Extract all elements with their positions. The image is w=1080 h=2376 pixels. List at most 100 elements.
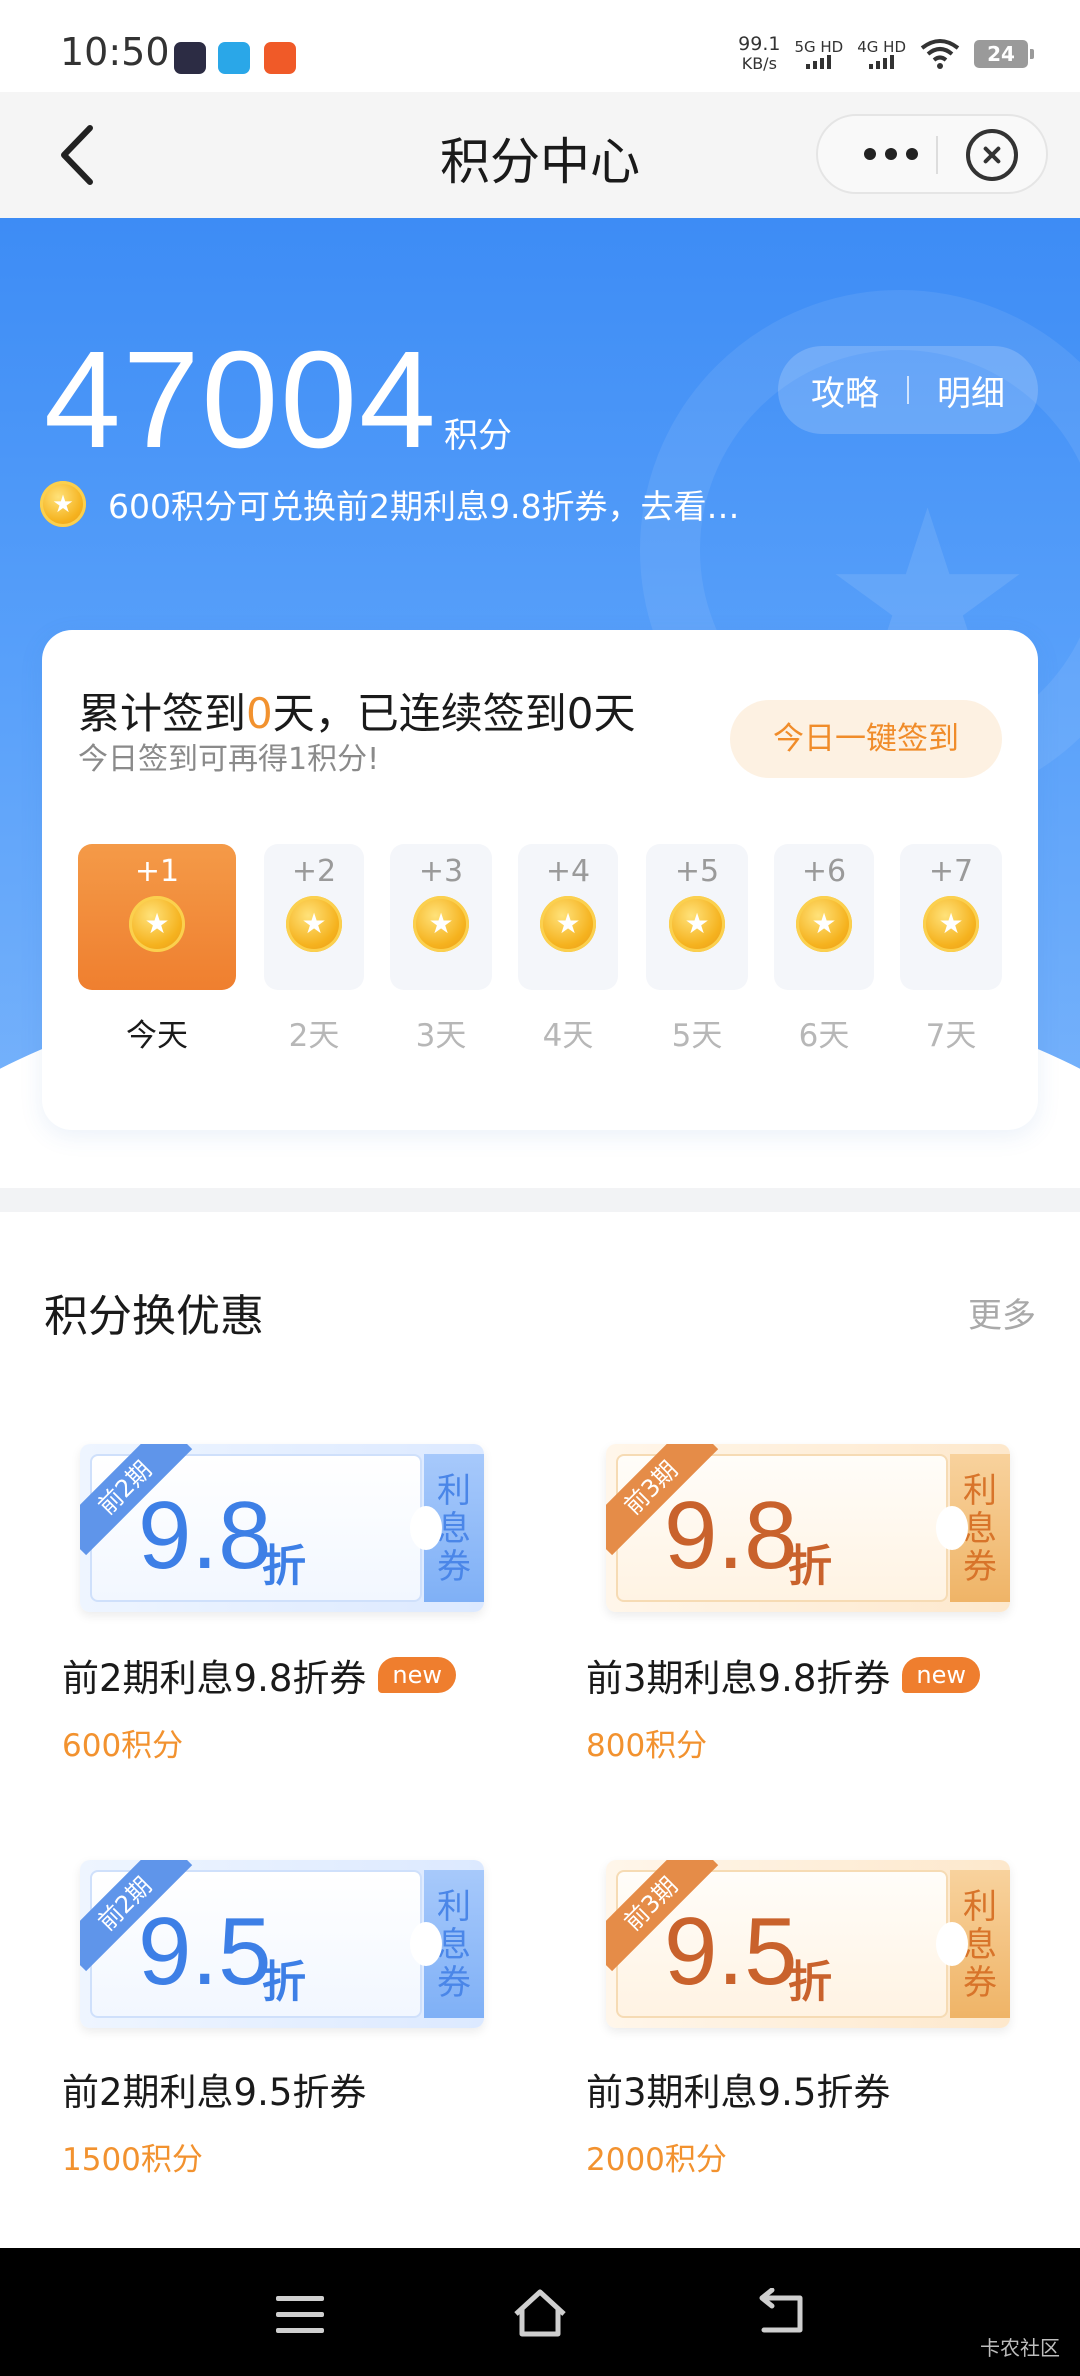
points-balance: 47004 <box>44 323 438 477</box>
coupon-name-text: 前2期利息9.5折券 <box>62 2071 367 2114</box>
coupon-card[interactable]: 利息券 前2期 9.8 折 <box>80 1444 484 1612</box>
coupon-card[interactable]: 利息券 前2期 9.5 折 <box>80 1860 484 2028</box>
new-badge: new <box>902 1657 980 1693</box>
app-notification-icon <box>264 42 296 74</box>
coupon-discount-unit: 折 <box>262 1541 306 1592</box>
new-badge: new <box>378 1657 456 1693</box>
coupon-name-text: 前3期利息9.8折券 <box>586 1657 891 1700</box>
watermark: 卡农社区 <box>980 2336 1060 2360</box>
day-label: 7天 <box>925 1018 977 1054</box>
signal-4g-label: 4G HD <box>857 38 906 56</box>
app-notification-icon <box>174 42 206 74</box>
coupon-card[interactable]: 利息券 前3期 9.5 折 <box>606 1860 1010 2028</box>
status-time: 10:50 <box>60 30 170 74</box>
coin-icon: ★ <box>129 896 185 952</box>
day-tile-7[interactable]: +7 ★ <box>900 844 1002 990</box>
coupon-points: 800积分 <box>586 1728 708 1764</box>
guide-detail-pill: 攻略 明细 <box>778 346 1038 434</box>
coupon-discount-unit: 折 <box>788 1957 832 2008</box>
coupon-points: 1500积分 <box>62 2142 203 2178</box>
menu-icon[interactable] <box>276 2296 324 2334</box>
day-bonus: +1 <box>134 854 180 889</box>
coin-icon: ★ <box>923 896 979 952</box>
system-nav-bar <box>0 2248 1080 2376</box>
coupon-name[interactable]: 前2期利息9.8折券 new <box>62 1648 456 1702</box>
checkin-button[interactable]: 今日一键签到 <box>730 700 1002 778</box>
coupon-notch <box>936 1506 968 1550</box>
day-label: 6天 <box>798 1018 850 1054</box>
wifi-icon <box>920 39 960 69</box>
signal-bars-icon <box>857 55 906 69</box>
section-title: 积分换优惠 <box>44 1291 264 1342</box>
day-tile-3[interactable]: +3 ★ <box>390 844 492 990</box>
day-bonus: +2 <box>291 854 337 889</box>
checkin-title: 累计签到0天，已连续签到0天 <box>78 680 635 741</box>
coin-icon: ★ <box>669 896 725 952</box>
points-unit: 积分 <box>444 416 512 456</box>
coupon-points: 600积分 <box>62 1728 184 1764</box>
checkin-total-days: 0 <box>246 689 273 738</box>
status-indicators: 99.1 KB/s 5G HD 4G HD 24 <box>738 34 1034 74</box>
day-tile-4[interactable]: +4 ★ <box>518 844 618 990</box>
day-tile-2[interactable]: +2 ★ <box>264 844 364 990</box>
day-bonus: +7 <box>928 854 974 889</box>
signal-4g: 4G HD <box>857 39 906 69</box>
day-tile-5[interactable]: +5 ★ <box>646 844 748 990</box>
day-tile-1[interactable]: +1 ★ <box>78 844 236 990</box>
more-link[interactable]: 更多 <box>968 1288 1036 1337</box>
speed-value: 99.1 <box>738 33 781 55</box>
coupon-notch <box>410 1506 442 1550</box>
day-label: 今天 <box>126 1018 188 1054</box>
back-icon[interactable] <box>754 2288 808 2338</box>
close-circle-icon[interactable] <box>966 129 1018 181</box>
day-bonus: +5 <box>674 854 720 889</box>
more-dots-icon[interactable] <box>848 116 934 192</box>
capsule-divider <box>936 136 938 174</box>
speed-unit: KB/s <box>741 54 777 73</box>
home-icon[interactable] <box>510 2286 570 2340</box>
coupon-name-text: 前2期利息9.8折券 <box>62 1657 367 1700</box>
coupon-discount-unit: 折 <box>262 1957 306 2008</box>
signal-5g: 5G HD <box>794 39 843 69</box>
coupon-discount: 9.8 <box>138 1482 272 1589</box>
mini-program-capsule <box>816 114 1048 194</box>
coupon-name[interactable]: 前2期利息9.5折券 <box>62 2062 366 2116</box>
signal-5g-label: 5G HD <box>794 38 844 56</box>
day-label: 4天 <box>542 1018 594 1054</box>
checkin-title-suffix: 天，已连续签到0天 <box>272 689 636 738</box>
guide-link[interactable]: 攻略 <box>811 366 879 415</box>
coupon-points: 2000积分 <box>586 2142 727 2178</box>
coupon-name-text: 前3期利息9.5折券 <box>586 2071 891 2114</box>
day-bonus: +3 <box>418 854 464 889</box>
checkin-card: 累计签到0天，已连续签到0天 今日签到可再得1积分! 今日一键签到 +1 ★ +… <box>42 630 1038 1130</box>
nav-bar: 积分中心 <box>0 92 1080 218</box>
promo-text: 600积分可兑换前2期利息9.8折券，去看… <box>108 487 740 526</box>
coupon-name[interactable]: 前3期利息9.5折券 <box>586 2062 890 2116</box>
section-divider <box>0 1188 1080 1212</box>
coupon-card[interactable]: 利息券 前3期 9.8 折 <box>606 1444 1010 1612</box>
checkin-subtitle: 今日签到可再得1积分! <box>78 742 380 777</box>
day-bonus: +6 <box>801 854 847 889</box>
coupon-discount: 9.5 <box>664 1898 798 2005</box>
coupon-discount: 9.8 <box>664 1482 798 1589</box>
coin-icon: ★ <box>540 896 596 952</box>
coin-icon: ★ <box>40 481 86 527</box>
app-notification-icon <box>218 42 250 74</box>
coin-icon: ★ <box>286 896 342 952</box>
detail-link[interactable]: 明细 <box>937 366 1005 415</box>
signal-bars-icon <box>794 55 843 69</box>
coupon-discount: 9.5 <box>138 1898 272 2005</box>
battery-icon: 24 <box>974 40 1034 68</box>
day-tile-6[interactable]: +6 ★ <box>774 844 874 990</box>
coupon-discount-unit: 折 <box>788 1541 832 1592</box>
promo-banner[interactable]: ★ 600积分可兑换前2期利息9.8折券，去看… <box>40 480 739 528</box>
coupon-notch <box>410 1922 442 1966</box>
network-speed: 99.1 KB/s <box>738 34 780 74</box>
checkin-title-prefix: 累计签到 <box>78 689 247 738</box>
coupon-notch <box>936 1922 968 1966</box>
pill-divider <box>907 376 909 404</box>
coin-icon: ★ <box>796 896 852 952</box>
day-label: 2天 <box>288 1018 340 1054</box>
coupon-name[interactable]: 前3期利息9.8折券 new <box>586 1648 980 1702</box>
status-bar: 10:50 99.1 KB/s 5G HD 4G HD 24 <box>0 0 1080 92</box>
